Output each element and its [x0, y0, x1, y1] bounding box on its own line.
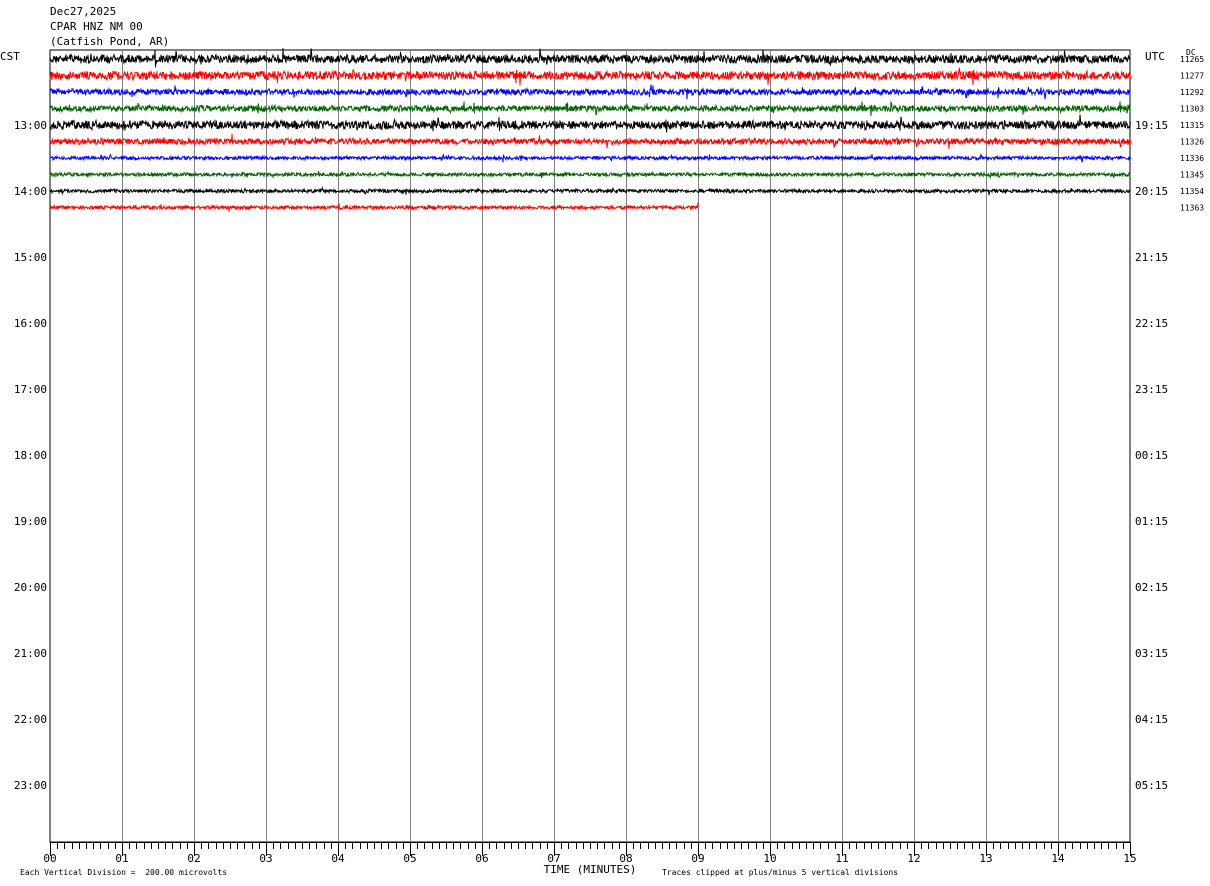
left-hour-label: 20:00 [14, 581, 47, 594]
left-hour-label: 16:00 [14, 317, 47, 330]
trace-line [49, 170, 1131, 179]
x-axis-title: TIME (MINUTES) [544, 863, 637, 876]
trace-line [49, 201, 699, 212]
trace-line [49, 66, 1131, 86]
left-hour-label: 21:00 [14, 647, 47, 660]
right-hour-label: 22:15 [1135, 317, 1168, 330]
right-hour-label: 00:15 [1135, 449, 1168, 462]
dc-value-label: 11326 [1180, 138, 1204, 147]
trace-line [49, 100, 1131, 116]
dc-value-label: 11354 [1180, 187, 1204, 196]
right-hour-label: 19:15 [1135, 119, 1168, 132]
dc-value-label: 11303 [1180, 105, 1204, 114]
right-hour-label: 23:15 [1135, 383, 1168, 396]
right-hour-label: 01:15 [1135, 515, 1168, 528]
x-tick-label: 11 [835, 852, 848, 865]
trace-line [49, 152, 1131, 163]
plot-frame [49, 49, 1131, 843]
dc-value-label: 11265 [1180, 55, 1204, 64]
x-tick-label: 00 [43, 852, 56, 865]
right-hour-label: 02:15 [1135, 581, 1168, 594]
left-hour-label: 13:00 [14, 119, 47, 132]
right-hour-label: 04:15 [1135, 713, 1168, 726]
x-tick-label: 12 [907, 852, 920, 865]
right-hour-label: 20:15 [1135, 185, 1168, 198]
helicorder-plot: 00 01 02 03 04 05 06 07 08 09 10 11 12 13 14 15TIME (MI… [14, 48, 1204, 876]
dc-value-label: 11336 [1180, 154, 1204, 163]
x-tick-label: 15 [1123, 852, 1136, 865]
right-hour-label: 03:15 [1135, 647, 1168, 660]
x-tick-label: 01 [115, 852, 128, 865]
dc-value-label: 11277 [1180, 72, 1204, 81]
x-tick-label: 03 [259, 852, 272, 865]
x-tick-label: 09 [691, 852, 704, 865]
right-hour-label: 05:15 [1135, 779, 1168, 792]
trace-line [49, 133, 1131, 149]
trace-line [49, 48, 1131, 68]
x-tick-label: 05 [403, 852, 416, 865]
trace-line [49, 186, 1131, 196]
left-hour-label: 17:00 [14, 383, 47, 396]
footer-scale-note: Each Vertical Division = 200.00 microvol… [20, 868, 228, 877]
left-hour-label: 22:00 [14, 713, 47, 726]
x-tick-label: 14 [1051, 852, 1065, 865]
x-tick-label: 04 [331, 852, 345, 865]
x-tick-label: 02 [187, 852, 200, 865]
left-hour-label: 14:00 [14, 185, 47, 198]
left-hour-label: 19:00 [14, 515, 47, 528]
trace-line [49, 84, 1131, 100]
x-tick-label: 06 [475, 852, 488, 865]
left-hour-label: 18:00 [14, 449, 47, 462]
dc-value-label: 11345 [1180, 171, 1204, 180]
dc-value-label: 11292 [1180, 88, 1204, 97]
dc-value-label: 11363 [1180, 204, 1204, 213]
dc-value-label: 11315 [1180, 121, 1204, 130]
footer-clip-note: Traces clipped at plus/minus 5 vertical … [662, 868, 899, 877]
left-hour-label: 15:00 [14, 251, 47, 264]
x-tick-label: 13 [979, 852, 992, 865]
right-hour-label: 21:15 [1135, 251, 1168, 264]
x-tick-label: 10 [763, 852, 776, 865]
trace-line [49, 114, 1131, 133]
left-hour-label: 23:00 [14, 779, 47, 792]
